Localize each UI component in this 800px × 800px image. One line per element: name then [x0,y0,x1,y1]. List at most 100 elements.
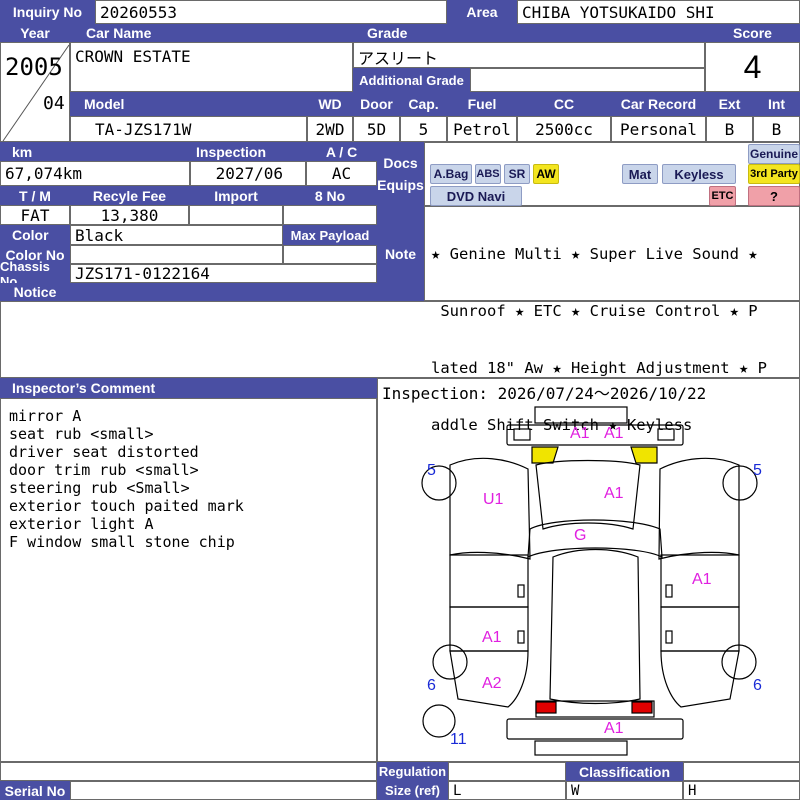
import-value [189,205,283,225]
car-record-value: Personal [611,116,706,142]
year-box: 2005 04 [0,42,70,142]
max-payload-label: Max Payload [283,225,377,245]
mark-rear: A1 [604,720,624,737]
tire-5-right: 5 [753,462,762,479]
comment-line: mirror A [9,407,82,425]
recycle-fee-value: 13,380 [70,205,189,225]
serial-no-label: Serial No [0,781,70,800]
fuel-label: Fuel [447,92,517,116]
km-label: km [0,142,190,161]
mark-left-rear-door: A1 [482,629,502,646]
comment-box: mirror A seat rub <small> driver seat di… [0,398,377,762]
door-label: Door [353,92,400,116]
mark-front-left: A1 [570,425,590,442]
genuine-badge: Genuine [748,144,800,164]
tire-5-left: 5 [427,462,436,479]
score-value: 4 [705,42,800,92]
equips-panel: A.Bag ABS SR AW Mat Keyless Genuine 3rd … [424,142,800,206]
classification-label: Classification [566,762,683,781]
mark-windshield: G [574,527,587,544]
inquiry-number: 20260553 [95,0,447,24]
etc-badge: ETC [709,186,736,206]
notice-area [70,283,377,301]
additional-grade-label: Additional Grade [353,68,470,92]
sr-badge: SR [504,164,530,184]
year-label: Year [0,24,70,42]
car-record-label: Car Record [611,92,706,116]
inquiry-label: Inquiry No [0,0,95,24]
grade-label: Grade [353,24,705,42]
km-value: 67,074km [0,161,190,186]
int-label: Int [753,92,800,116]
comment-line: steering rub <Small> [9,479,190,497]
eight-no-value [283,205,377,225]
comment-line: exterior touch paited mark [9,497,244,515]
recycle-fee-label: Recyle Fee [70,186,189,205]
color-label: Color [0,225,70,245]
aw-badge: AW [533,164,559,184]
import-label: Import [189,186,283,205]
fuel-value: Petrol [447,116,517,142]
mark-hood: A1 [604,485,624,502]
serial-no-value [70,781,377,800]
serial-no-blank [0,762,377,781]
chassis-no-label: Chassis No [0,259,70,289]
tire-6-right: 6 [753,677,762,694]
area-value: CHIBA YOTSUKAIDO SHI [517,0,800,24]
comment-line: seat rub <small> [9,425,154,443]
equips-label: Equips [377,177,424,193]
tire-6-left: 6 [427,677,436,694]
notice-label: Notice [0,283,70,301]
docs-equips-label: Docs Equips [377,142,424,206]
classification-value [683,762,800,781]
ext-value: B [706,116,753,142]
inspection-value: 2027/06 [190,161,306,186]
abag-badge: A.Bag [430,164,472,184]
model-label: Model [70,92,307,116]
cap-value: 5 [400,116,447,142]
door-value: 5D [353,116,400,142]
abs-badge: ABS [475,164,501,184]
note-box: ★ Genine Multi ★ Super Live Sound ★ Sunr… [424,206,800,434]
size-h: H [683,781,800,800]
cap-label: Cap. [400,92,447,116]
inspection-label: Inspection [190,142,306,161]
regulation-value [448,762,566,781]
comment-line: door trim rub <small> [9,461,199,479]
ac-value: AC [306,161,377,186]
wd-label: WD [307,92,353,116]
comment-line: exterior light A [9,515,154,533]
mark-right-side: A1 [692,571,712,588]
ext-label: Ext [706,92,753,116]
score-label: Score [705,24,800,42]
third-party-badge: 3rd Party [748,164,800,184]
additional-grade-value [470,68,705,92]
size-ref-label: Size (ref) [377,781,448,800]
month-value: 04 [43,93,65,114]
car-name-label: Car Name [70,24,353,42]
wd-value: 2WD [307,116,353,142]
tm-value: FAT [0,205,70,225]
regulation-label: Regulation [377,762,448,781]
color-value: Black [70,225,283,245]
ac-label: A / C [306,142,377,161]
tm-label: T / M [0,186,70,205]
dvd-navi-badge: DVD Navi [430,186,522,206]
mark-front-right: A1 [604,425,624,442]
color-no-value [70,245,283,264]
grade-value: アスリート [353,42,705,68]
spare-tire-11: 11 [450,731,467,748]
eight-no-label: 8 No [283,186,377,205]
cc-label: CC [517,92,611,116]
diagram-area: Inspection: 2026/07/24～2026/10/22 A1 A1 … [377,378,800,762]
unknown-badge: ? [748,186,800,206]
keyless-badge: Keyless [662,164,736,184]
comment-line: F window small stone chip [9,533,235,551]
max-payload-value [283,245,377,264]
area-label: Area [447,0,517,24]
cc-value: 2500cc [517,116,611,142]
mat-badge: Mat [622,164,658,184]
docs-label: Docs [383,155,418,171]
inspectors-comment-label: Inspector’s Comment [0,378,377,398]
int-value: B [753,116,800,142]
